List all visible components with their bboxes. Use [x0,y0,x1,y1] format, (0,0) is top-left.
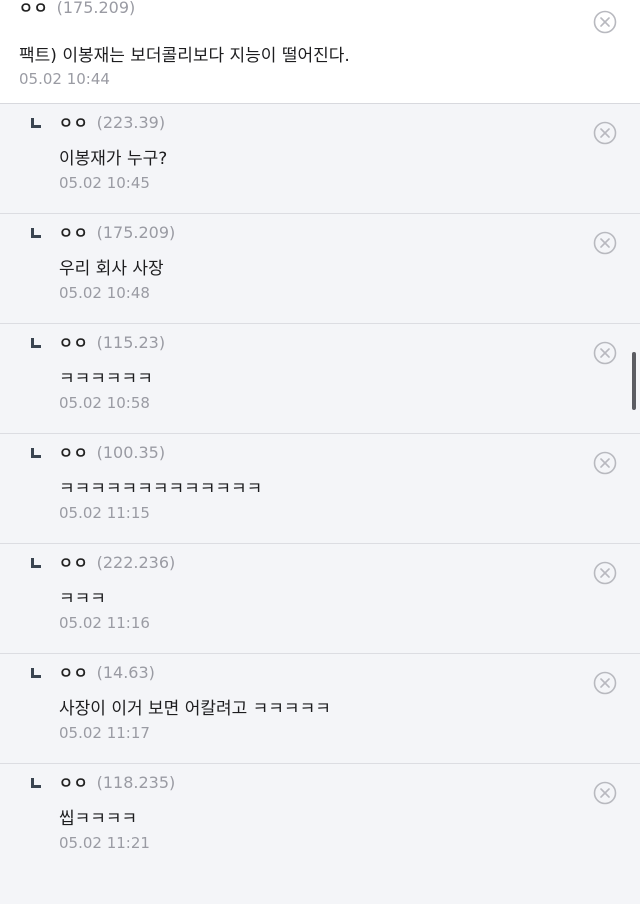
delete-comment-button[interactable] [593,781,617,805]
comment-author[interactable]: ㅇㅇ [59,112,89,133]
comment-text: ㅋㅋㅋㅋㅋㅋ [59,369,153,389]
scrollbar-thumb[interactable] [632,352,636,410]
comment-ip: (175.209) [96,222,176,242]
comment-ip: (223.39) [96,112,166,132]
reply-comment: ㅇㅇ (222.236) ㅋㅋㅋ 05.02 11:16 [0,544,640,654]
comment-text: 이봉재가 누구? [59,149,168,169]
comment-text: 팩트) 이봉재는 보더콜리보다 지능이 떨어진다. [19,46,350,66]
reply-arrow-icon [31,778,41,788]
comment-text: ㅋㅋㅋㅋㅋㅋㅋㅋㅋㅋㅋㅋㅋ [59,479,263,499]
comment-author[interactable]: ㅇㅇ [59,222,89,243]
delete-comment-button[interactable] [593,10,617,34]
reply-arrow-icon [31,338,41,348]
comment-meta: ㅇㅇ (223.39) [59,112,166,133]
close-circle-icon [593,231,617,255]
close-circle-icon [593,561,617,585]
delete-comment-button[interactable] [593,341,617,365]
comment-timestamp: 05.02 11:15 [59,504,150,522]
delete-comment-button[interactable] [593,561,617,585]
comment-author[interactable]: ㅇㅇ [59,332,89,353]
comment-list: ㅇㅇ (175.209) 팩트) 이봉재는 보더콜리보다 지능이 떨어진다. 05.0… [0,0,640,904]
comment-timestamp: 05.02 10:44 [19,70,110,88]
comment-timestamp: 05.02 11:16 [59,614,150,632]
reply-arrow-icon [31,558,41,568]
comment-timestamp: 05.02 10:58 [59,394,150,412]
reply-comment: ㅇㅇ (115.23) ㅋㅋㅋㅋㅋㅋ 05.02 10:58 [0,324,640,434]
comment-timestamp: 05.02 11:17 [59,724,150,742]
reply-arrow-icon [31,118,41,128]
close-circle-icon [593,341,617,365]
delete-comment-button[interactable] [593,231,617,255]
comment-text: 씹ㅋㅋㅋㅋ [59,809,138,829]
close-circle-icon [593,451,617,475]
delete-comment-button[interactable] [593,451,617,475]
comment-text: 우리 회사 사장 [59,259,164,279]
close-circle-icon [593,781,617,805]
comment-author[interactable]: ㅇㅇ [59,552,89,573]
comment-timestamp: 05.02 10:45 [59,174,150,192]
delete-comment-button[interactable] [593,671,617,695]
comment-ip: (100.35) [96,442,166,462]
comment-meta: ㅇㅇ (14.63) [59,662,155,683]
reply-arrow-icon [31,228,41,238]
comment-author[interactable]: ㅇㅇ [59,662,89,683]
comment-ip: (222.236) [96,552,176,572]
comment-meta: ㅇㅇ (175.209) [59,222,176,243]
comment-timestamp: 05.02 10:48 [59,284,150,302]
comment-meta: ㅇㅇ (115.23) [59,332,166,353]
close-circle-icon [593,10,617,34]
reply-comment: ㅇㅇ (118.235) 씹ㅋㅋㅋㅋ 05.02 11:21 [0,764,640,904]
comment-meta: ㅇㅇ (175.209) [19,0,136,18]
delete-comment-button[interactable] [593,121,617,145]
comment-author[interactable]: ㅇㅇ [19,0,49,18]
close-circle-icon [593,671,617,695]
reply-comment: ㅇㅇ (14.63) 사장이 이거 보면 어칼려고 ㅋㅋㅋㅋㅋ 05.02 11:17 [0,654,640,764]
reply-arrow-icon [31,668,41,678]
close-circle-icon [593,121,617,145]
reply-comment: ㅇㅇ (175.209) 우리 회사 사장 05.02 10:48 [0,214,640,324]
comment-author[interactable]: ㅇㅇ [59,772,89,793]
reply-arrow-icon [31,448,41,458]
comment-meta: ㅇㅇ (222.236) [59,552,176,573]
comment-ip: (115.23) [96,332,166,352]
comment: ㅇㅇ (175.209) 팩트) 이봉재는 보더콜리보다 지능이 떨어진다. 05.0… [0,0,640,104]
comment-meta: ㅇㅇ (118.235) [59,772,176,793]
reply-comment: ㅇㅇ (100.35) ㅋㅋㅋㅋㅋㅋㅋㅋㅋㅋㅋㅋㅋ 05.02 11:15 [0,434,640,544]
comment-ip: (14.63) [96,662,155,682]
comment-text: ㅋㅋㅋ [59,589,106,609]
comment-timestamp: 05.02 11:21 [59,834,150,852]
comment-ip: (118.235) [96,772,176,792]
reply-comment: ㅇㅇ (223.39) 이봉재가 누구? 05.02 10:45 [0,104,640,214]
comment-meta: ㅇㅇ (100.35) [59,442,166,463]
comment-ip: (175.209) [56,0,136,17]
comment-author[interactable]: ㅇㅇ [59,442,89,463]
comment-text: 사장이 이거 보면 어칼려고 ㅋㅋㅋㅋㅋ [59,699,331,719]
